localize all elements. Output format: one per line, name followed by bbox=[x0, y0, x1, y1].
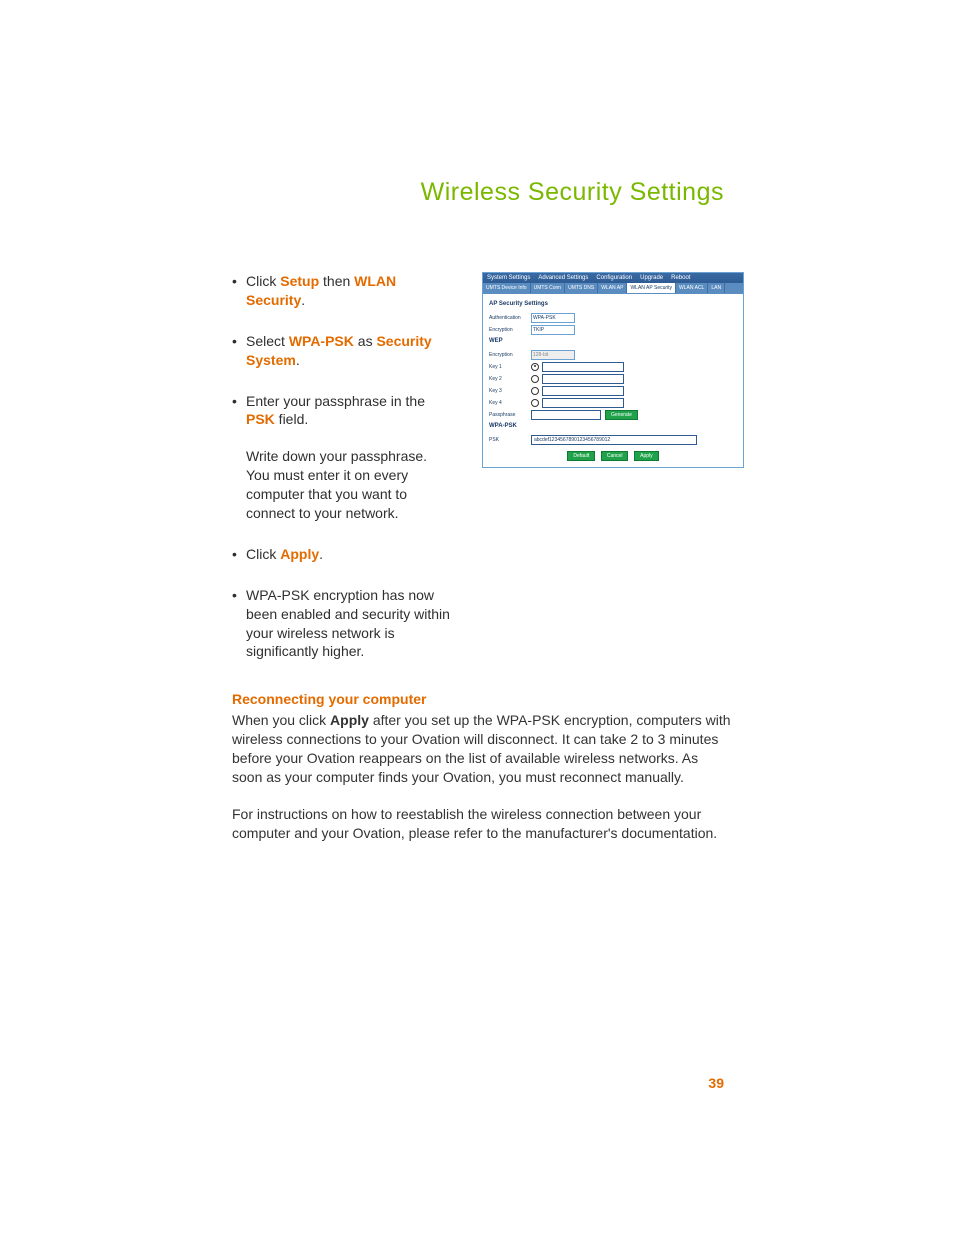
body-text: For instructions on how to reestablish t… bbox=[232, 805, 732, 843]
keyword: WPA-PSK bbox=[289, 333, 354, 349]
list-item: • Click Apply. bbox=[232, 545, 452, 564]
psk-label: PSK bbox=[489, 437, 531, 443]
tab-umts-device[interactable]: UMTS Device Info bbox=[483, 283, 531, 293]
key2-radio[interactable] bbox=[531, 375, 539, 383]
tab-umts-dns[interactable]: UMTS DNS bbox=[565, 283, 598, 293]
tab-wlan-acl[interactable]: WLAN ACL bbox=[676, 283, 708, 293]
shot-tabs: UMTS Device Info UMTS Conn UMTS DNS WLAN… bbox=[483, 283, 743, 294]
key1-radio[interactable] bbox=[531, 363, 539, 371]
section-title: AP Security Settings bbox=[489, 301, 737, 307]
apply-button[interactable]: Apply bbox=[634, 451, 659, 461]
note-text: Write down your passphrase. You must ent… bbox=[246, 447, 452, 523]
body-text: When you click Apply after you set up th… bbox=[232, 711, 732, 787]
bullet-icon: • bbox=[232, 545, 246, 564]
settings-screenshot: System Settings Advanced Settings Config… bbox=[482, 272, 744, 468]
passphrase-input[interactable] bbox=[531, 410, 601, 420]
encryption-select[interactable]: TKIP bbox=[531, 325, 575, 335]
text: . bbox=[296, 352, 300, 368]
text: . bbox=[319, 546, 323, 562]
list-item: • Enter your passphrase in the PSK field… bbox=[232, 392, 452, 430]
generate-button[interactable]: Generate bbox=[605, 410, 638, 420]
key2-input[interactable] bbox=[542, 374, 624, 384]
menu-item[interactable]: Reboot bbox=[671, 275, 690, 281]
psk-input[interactable]: abcdef1234567890123456789012 bbox=[531, 435, 697, 445]
tab-wlan-security[interactable]: WLAN AP Security bbox=[627, 283, 676, 293]
key4-radio[interactable] bbox=[531, 399, 539, 407]
encryption-label: Encryption bbox=[489, 327, 531, 333]
wpapsk-title: WPA-PSK bbox=[489, 423, 737, 429]
keyword: PSK bbox=[246, 411, 275, 427]
keyword: Apply bbox=[280, 546, 319, 562]
text: Click bbox=[246, 546, 280, 562]
key3-label: Key 3 bbox=[489, 388, 531, 394]
tab-lan[interactable]: LAN bbox=[708, 283, 725, 293]
tab-wlan-ap[interactable]: WLAN AP bbox=[598, 283, 627, 293]
auth-label: Authentication bbox=[489, 315, 531, 321]
text: then bbox=[319, 273, 354, 289]
key1-label: Key 1 bbox=[489, 364, 531, 370]
shot-menubar: System Settings Advanced Settings Config… bbox=[483, 273, 743, 283]
text: WPA-PSK encryption has now been enabled … bbox=[246, 586, 452, 662]
key4-input[interactable] bbox=[542, 398, 624, 408]
key1-input[interactable] bbox=[542, 362, 624, 372]
key2-label: Key 2 bbox=[489, 376, 531, 382]
keyword-bold: Apply bbox=[330, 712, 369, 728]
bullet-icon: • bbox=[232, 586, 246, 662]
bullet-icon: • bbox=[232, 272, 246, 310]
page-number: 39 bbox=[708, 1075, 724, 1091]
list-item: • WPA-PSK encryption has now been enable… bbox=[232, 586, 452, 662]
text: field. bbox=[275, 411, 308, 427]
key3-radio[interactable] bbox=[531, 387, 539, 395]
text: Click bbox=[246, 273, 280, 289]
menu-item[interactable]: Configuration bbox=[596, 275, 632, 281]
text: Select bbox=[246, 333, 289, 349]
list-item: • Click Setup then WLAN Security. bbox=[232, 272, 452, 310]
bullet-icon: • bbox=[232, 392, 246, 430]
auth-select[interactable]: WPA-PSK bbox=[531, 313, 575, 323]
cancel-button[interactable]: Cancel bbox=[601, 451, 629, 461]
menu-item[interactable]: Advanced Settings bbox=[538, 275, 588, 281]
menu-item[interactable]: System Settings bbox=[487, 275, 530, 281]
text: . bbox=[301, 292, 305, 308]
wep-encryption-label: Encryption bbox=[489, 352, 531, 358]
text: as bbox=[354, 333, 377, 349]
menu-item[interactable]: Upgrade bbox=[640, 275, 663, 281]
key4-label: Key 4 bbox=[489, 400, 531, 406]
key3-input[interactable] bbox=[542, 386, 624, 396]
passphrase-label: Passphrase bbox=[489, 412, 531, 418]
default-button[interactable]: Default bbox=[567, 451, 595, 461]
page-title: Wireless Security Settings bbox=[421, 178, 724, 207]
wep-encryption-select[interactable]: 128-bit bbox=[531, 350, 575, 360]
list-item: • Select WPA-PSK as Security System. bbox=[232, 332, 452, 370]
bullet-icon: • bbox=[232, 332, 246, 370]
section-heading: Reconnecting your computer bbox=[232, 691, 732, 707]
tab-umts-conn[interactable]: UMTS Conn bbox=[531, 283, 566, 293]
wep-title: WEP bbox=[489, 338, 737, 344]
instruction-list: • Click Setup then WLAN Security. • Sele… bbox=[232, 272, 452, 661]
text: Enter your passphrase in the bbox=[246, 393, 425, 409]
keyword: Setup bbox=[280, 273, 319, 289]
text: When you click bbox=[232, 712, 330, 728]
